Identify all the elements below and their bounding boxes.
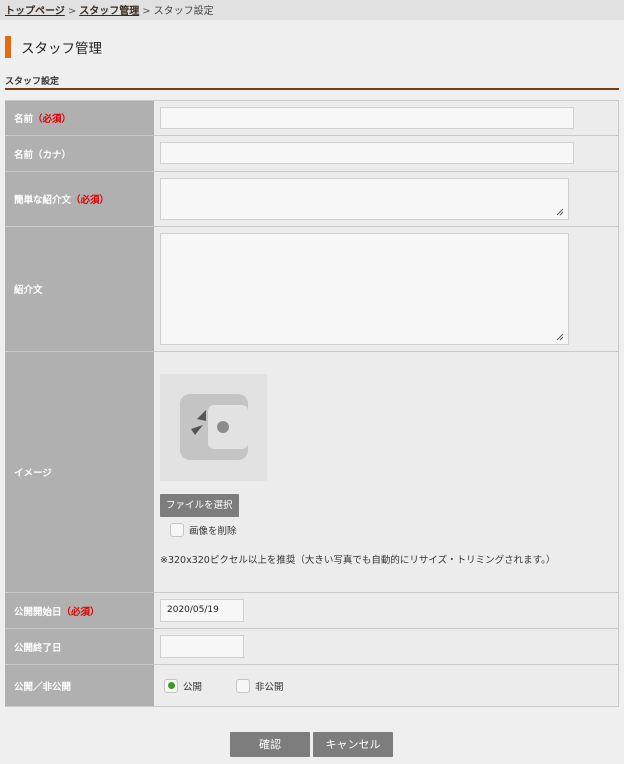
name-label-text: 名前 — [14, 114, 34, 125]
publish-start-date-input[interactable]: 2020/05/19 — [160, 599, 244, 622]
visibility-label: 公開／非公開 — [5, 665, 154, 706]
required-mark: （必須） — [71, 195, 110, 206]
breadcrumb-separator: > — [142, 6, 151, 17]
publish-start-label: 公開開始日 （必須） — [5, 593, 154, 628]
visibility-label-text: 公開／非公開 — [14, 681, 72, 693]
image-field-cell: ファイルを選択 画像を削除 ※320x320ピクセル以上を推奨（大きい写真でも自… — [154, 352, 619, 592]
name-input[interactable] — [160, 107, 574, 129]
row-name: 名前 （必須） — [5, 100, 619, 136]
name-label: 名前 （必須） — [5, 101, 154, 135]
radio-private[interactable]: 非公開 — [236, 678, 284, 693]
title-accent-bar — [5, 36, 11, 58]
row-intro: 紹介文 — [5, 227, 619, 352]
page-title: スタッフ管理 — [5, 36, 102, 58]
name-kana-label: 名前（カナ） — [5, 136, 154, 171]
intro-label-text: 紹介文 — [14, 285, 43, 296]
resize-handle-icon[interactable] — [556, 333, 564, 341]
short-intro-label-text: 簡単な紹介文 — [14, 195, 72, 206]
visibility-radio-group: 公開 非公開 — [154, 665, 618, 706]
visibility-field-cell: 公開 非公開 — [154, 665, 619, 706]
choose-file-button[interactable]: ファイルを選択 — [160, 494, 239, 517]
row-visibility: 公開／非公開 公開 非公開 — [5, 665, 619, 707]
name-field-cell — [154, 101, 619, 135]
required-mark: （必須） — [33, 114, 72, 125]
short-intro-label: 簡単な紹介文 （必須） — [5, 172, 154, 226]
row-short-intro: 簡単な紹介文 （必須） — [5, 172, 619, 227]
name-kana-label-text: 名前（カナ） — [14, 149, 72, 161]
confirm-button[interactable]: 確認 — [230, 732, 310, 757]
page-title-text: スタッフ管理 — [21, 41, 102, 57]
row-image: イメージ ファイルを選択 画像を削除 ※320x320ピクセル以上を推奨（大きい… — [5, 352, 619, 593]
publish-end-date-input[interactable] — [160, 635, 244, 658]
publish-end-label-text: 公開終了日 — [14, 642, 62, 654]
row-publish-end: 公開終了日 — [5, 629, 619, 665]
radio-public-label: 公開 — [183, 681, 203, 693]
radio-selected-dot — [167, 682, 175, 689]
breadcrumb-separator: > — [67, 6, 77, 17]
image-label-text: イメージ — [14, 468, 52, 479]
short-intro-field-cell — [154, 172, 619, 226]
breadcrumb-link-staff[interactable]: スタッフ管理 — [79, 6, 139, 17]
breadcrumb-current: スタッフ設定 — [153, 6, 214, 17]
name-kana-input[interactable] — [160, 142, 574, 164]
placeholder-avatar-icon — [180, 394, 248, 460]
radio-public[interactable]: 公開 — [164, 678, 203, 693]
breadcrumb: トップページ > スタッフ管理 > スタッフ設定 — [0, 0, 624, 20]
intro-label: 紹介文 — [5, 227, 154, 351]
delete-image-option[interactable]: 画像を削除 — [170, 523, 612, 537]
row-publish-start: 公開開始日 （必須） 2020/05/19 — [5, 593, 619, 629]
image-size-note: ※320x320ピクセル以上を推奨（大きい写真でも自動的にリサイズ・トリミングさ… — [160, 555, 556, 566]
breadcrumb-link-top[interactable]: トップページ — [5, 6, 65, 17]
radio-private-control[interactable] — [236, 678, 251, 693]
short-intro-textarea[interactable] — [160, 178, 569, 220]
section-divider — [5, 88, 619, 90]
cancel-button[interactable]: キャンセル — [313, 732, 393, 757]
section-title: スタッフ設定 — [5, 77, 60, 87]
radio-private-label: 非公開 — [255, 681, 284, 693]
required-mark: （必須） — [61, 606, 100, 618]
intro-field-cell — [154, 227, 619, 351]
name-kana-field-cell — [154, 136, 619, 171]
resize-handle-icon[interactable] — [556, 208, 564, 216]
row-name-kana: 名前（カナ） — [5, 136, 619, 172]
staff-form: 名前 （必須） 名前（カナ） 簡単な紹介文 （必須） 紹介文 イメージ ファイル… — [5, 100, 619, 707]
delete-image-checkbox[interactable] — [170, 523, 184, 537]
delete-image-label: 画像を削除 — [189, 526, 237, 537]
image-preview — [160, 374, 267, 481]
publish-end-field-cell — [154, 629, 619, 664]
publish-start-field-cell: 2020/05/19 — [154, 593, 619, 628]
publish-start-label-text: 公開開始日 — [14, 606, 62, 618]
publish-end-label: 公開終了日 — [5, 629, 154, 664]
intro-textarea[interactable] — [160, 233, 569, 345]
image-label: イメージ — [5, 352, 154, 592]
radio-public-control[interactable] — [164, 678, 178, 693]
